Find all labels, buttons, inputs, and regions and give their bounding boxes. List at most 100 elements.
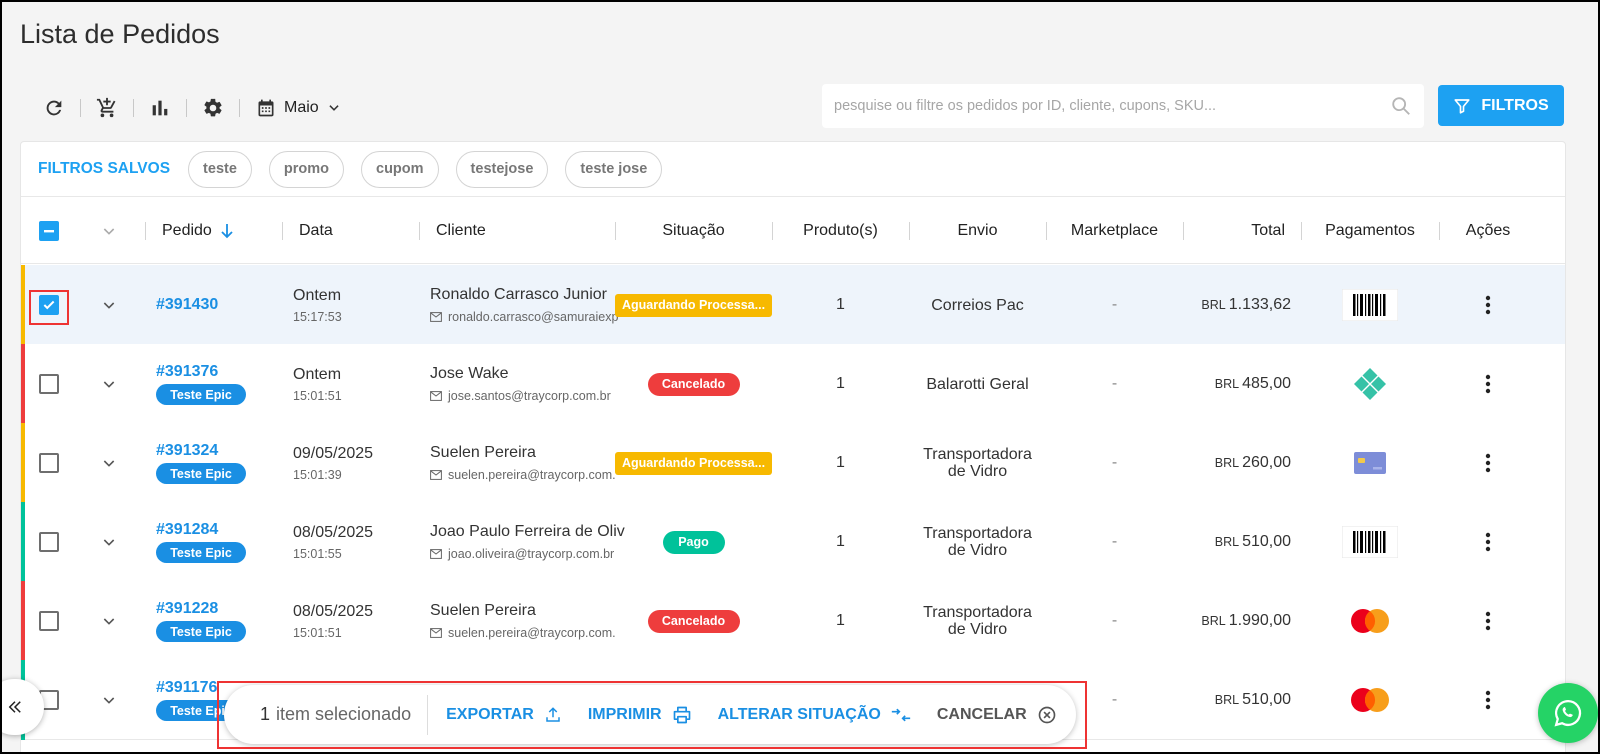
currency-code: BRL [1214,693,1240,707]
column-header-situacao[interactable]: Situação [615,198,772,264]
filters-button[interactable]: FILTROS [1438,85,1564,126]
row-actions-button[interactable] [1439,502,1537,582]
marketplace-cell: - [1046,344,1183,424]
order-amount: 1.990,00 [1228,612,1291,629]
table-row[interactable]: #391376 Teste Epic Ontem 15:01:51 Jose W… [21,344,1565,424]
chevron-down-icon [103,302,115,309]
saved-filter-chip[interactable]: cupom [361,150,439,188]
row-actions-button[interactable] [1439,581,1537,661]
order-date: 08/05/2025 [293,523,374,541]
client-email-text: ronaldo.carrasco@samuraiexp [448,310,619,324]
column-header-acoes[interactable]: Ações [1439,198,1537,264]
expand-row-button[interactable] [101,265,117,345]
column-header-total[interactable]: Total [1183,198,1285,264]
row-actions-button[interactable] [1439,423,1537,503]
status-badge: Cancelado [647,609,740,633]
client-name: Jose Wake [430,365,509,382]
saved-filter-chip[interactable]: teste jose [565,150,663,188]
row-checkbox[interactable] [39,581,59,661]
column-header-marketplace[interactable]: Marketplace [1046,198,1183,264]
print-button-label: IMPRIMIR [587,705,662,723]
table-row[interactable]: #391324 Teste Epic 09/05/2025 15:01:39 S… [21,423,1565,503]
expand-all-button[interactable] [101,198,121,264]
column-header-produtos[interactable]: Produto(s) [772,198,909,264]
order-id-link[interactable]: #391376 [156,363,218,381]
row-checkbox[interactable] [39,502,59,582]
shipping-method: Transportadora [923,525,1032,542]
expand-row-button[interactable] [101,581,117,661]
table-row[interactable]: #391430 Ontem 15:17:53 Ronaldo Carrasco … [21,265,1565,345]
minus-icon [44,230,54,233]
checkbox [39,295,59,315]
client-email: suelen.pereira@traycorp.com. [430,468,626,482]
order-time: 15:17:53 [293,309,342,324]
currency-code: BRL [1214,456,1240,470]
refresh-button[interactable] [34,90,74,126]
whatsapp-chat-button[interactable] [1538,683,1598,743]
month-selector[interactable]: Maio [246,90,351,126]
saved-filter-chip[interactable]: testejose [455,150,549,188]
cart-button[interactable] [87,90,127,126]
select-all-checkbox[interactable] [39,198,59,264]
table-row[interactable]: #391284 Teste Epic 08/05/2025 15:01:55 J… [21,502,1565,582]
order-id-link[interactable]: #391228 [156,600,218,618]
saved-filter-chip[interactable]: promo [268,150,345,188]
column-divider [282,222,283,240]
mail-icon [430,312,442,322]
change-status-button[interactable]: ALTERAR SITUAÇÃO [718,706,911,724]
currency-code: BRL [1214,377,1240,391]
row-checkbox[interactable] [39,265,59,345]
column-header-label: Pedido [162,222,212,239]
expand-row-button[interactable] [101,423,117,503]
order-cell: #391376 Teste Epic [156,344,246,424]
row-actions-button[interactable] [1439,660,1537,740]
mail-icon [430,470,442,480]
order-id-link[interactable]: #391324 [156,442,218,460]
shipping-method: Correios Pac [931,296,1024,314]
shipping-method-line2: de Vidro [947,542,1008,559]
column-header-pagamentos[interactable]: Pagamentos [1301,198,1439,264]
search-icon[interactable] [1390,95,1412,117]
column-header-data[interactable]: Data [299,198,399,264]
export-button[interactable]: EXPORTAR [446,706,562,724]
products-cell: 1 [772,581,909,661]
mastercard-icon [1301,660,1439,740]
column-header-envio[interactable]: Envio [909,198,1046,264]
shipping-method: Transportadora [923,604,1032,621]
bulk-actions-bar: 1 item selecionado EXPORTAR IMPRIMIR ALT… [224,685,1076,744]
status-badge: Cancelado [647,372,740,396]
column-header-cliente[interactable]: Cliente [436,198,616,264]
settings-button[interactable] [193,90,233,126]
order-id-link[interactable]: #391430 [156,296,218,314]
order-date: Ontem [293,286,342,304]
row-actions-button[interactable] [1439,344,1537,424]
expand-row-button[interactable] [101,660,117,740]
column-header-pedido[interactable]: Pedido [162,198,282,264]
order-total: BRL 510,00 [1215,533,1291,551]
marketplace-value: - [1111,612,1118,629]
order-total: BRL 1.990,00 [1201,612,1291,630]
order-id-link[interactable]: #391284 [156,521,218,539]
expand-row-button[interactable] [101,344,117,424]
search-input[interactable] [834,98,1390,114]
print-button[interactable]: IMPRIMIR [588,705,692,725]
saved-filter-chip[interactable]: teste [188,150,252,188]
cancel-selection-button[interactable]: CANCELAR [937,705,1057,725]
expand-row-button[interactable] [101,502,117,582]
reports-button[interactable] [140,90,180,126]
row-checkbox[interactable] [39,423,59,503]
more-vertical-icon [1485,374,1491,394]
order-tag-badge: Teste Epic [156,463,246,484]
order-id-link[interactable]: #391176 [156,679,217,697]
order-date: 09/05/2025 [293,444,374,462]
order-time: 15:01:51 [293,388,342,403]
order-date: Ontem [293,365,342,383]
order-total: BRL 485,00 [1215,375,1291,393]
toolbar-divider [133,99,134,117]
column-divider [419,222,420,240]
order-total: BRL 260,00 [1215,454,1291,472]
table-row[interactable]: #391228 Teste Epic 08/05/2025 15:01:51 S… [21,581,1565,661]
date-cell: Ontem 15:17:53 [293,265,342,345]
row-checkbox[interactable] [39,344,59,424]
row-actions-button[interactable] [1439,265,1537,345]
